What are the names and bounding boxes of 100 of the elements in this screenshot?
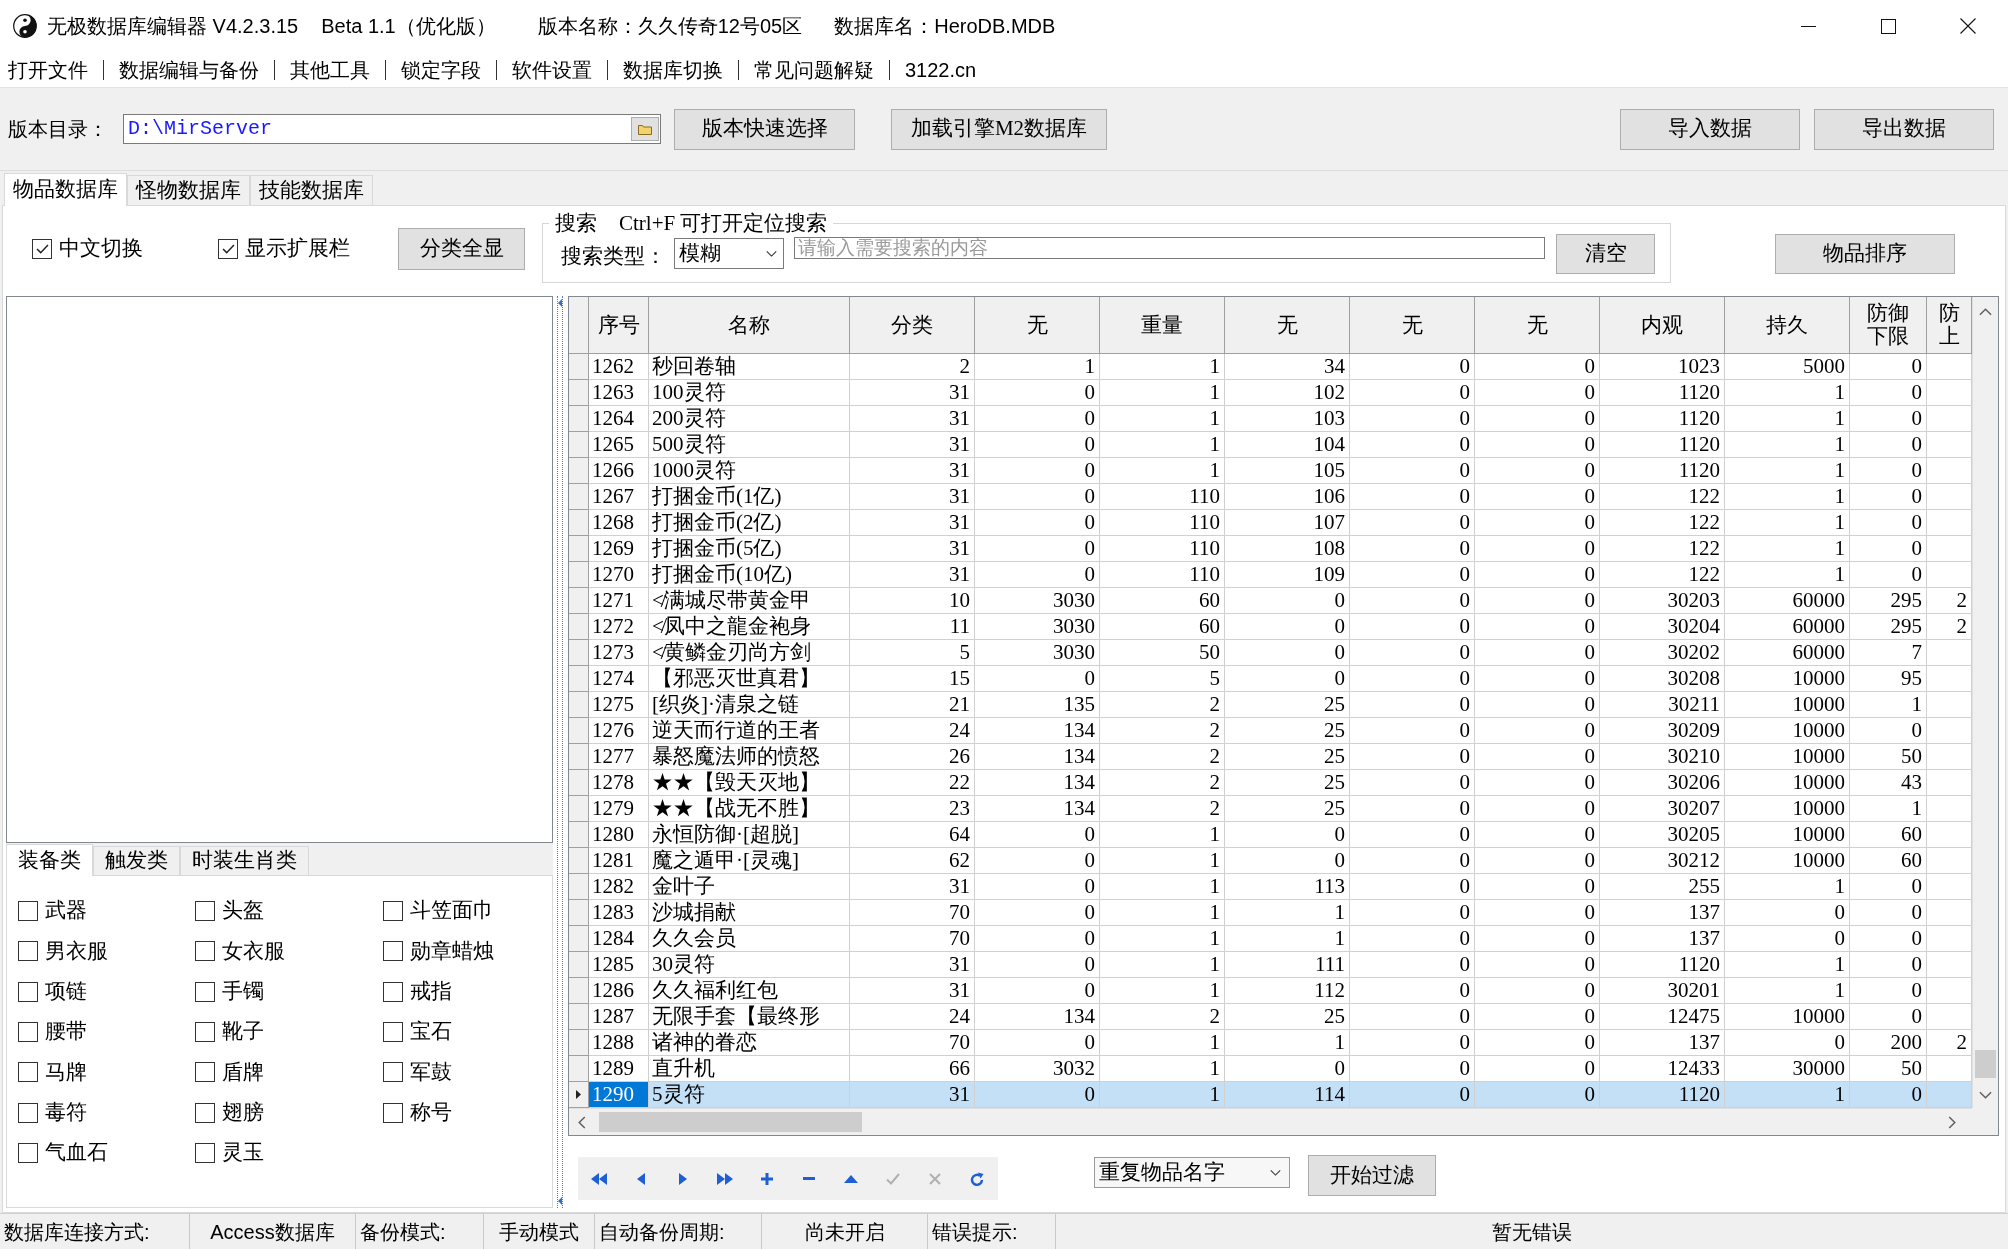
checkmark-icon (221, 243, 235, 254)
checkbox-label: 宝石 (410, 1018, 452, 1046)
toolbar-button[interactable]: 导入数据 (1620, 108, 1800, 150)
table-row[interactable]: 1285 30灵符 31 0 1 111 0 0 1120 1 0 (569, 952, 1972, 978)
table-row[interactable]: 1282 金叶子 31 0 1 113 0 0 255 1 0 (569, 874, 1972, 900)
row-indicator-cell (569, 1004, 589, 1030)
tab[interactable]: 装备类 (6, 844, 93, 876)
row-indicator-cell (569, 562, 589, 588)
tab[interactable]: 技能数据库 (250, 175, 373, 205)
table-row[interactable]: 1267 打捆金币(1亿) 31 0 110 106 0 0 122 1 0 (569, 484, 1972, 510)
row-indicator-cell (569, 1030, 589, 1056)
table-row[interactable]: 1289 直升机 66 3032 1 0 0 0 12433 30000 50 (569, 1056, 1972, 1082)
filter-button[interactable]: 开始过滤 (1308, 1155, 1436, 1196)
menu-item[interactable]: 其他工具 (290, 54, 370, 85)
row-indicator-cell (569, 380, 589, 406)
menu-item[interactable]: 3122.cn (905, 54, 977, 85)
table-row[interactable]: 1276 逆天而行道的王者 24 134 2 25 0 0 30209 10000 0 (569, 718, 1972, 744)
checkbox[interactable] (18, 1142, 38, 1163)
checkbox[interactable] (383, 941, 403, 962)
checkbox[interactable] (195, 1142, 215, 1163)
checkbox[interactable] (195, 1102, 215, 1123)
menu-item[interactable]: 数据库切换 (623, 54, 723, 85)
tab[interactable]: 怪物数据库 (127, 175, 250, 205)
checkbox-label: 斗笠面巾 (410, 897, 494, 925)
checkbox[interactable] (383, 1022, 403, 1043)
vertical-scrollbar[interactable] (1972, 297, 1998, 1108)
minus-icon (803, 1177, 815, 1180)
toolbar-button[interactable]: 导出数据 (1814, 108, 1994, 150)
chevron-right-icon (1948, 1115, 1956, 1129)
table-row[interactable]: 1273 ≮黄鳞金刃尚方剑 5 3030 50 0 0 0 30202 60000 7 (569, 640, 1972, 666)
table-row[interactable]: 1287 无限手套【最终形 24 134 2 25 0 0 12475 10000 0 (569, 1004, 1972, 1030)
table-row[interactable]: 1264 200灵符 31 0 1 103 0 0 1120 1 0 (569, 406, 1972, 432)
row-indicator-cell (569, 536, 589, 562)
checkbox[interactable] (383, 981, 403, 1002)
table-row[interactable]: 1280 永恒防御·[超脱] 64 0 1 0 0 0 30205 10000 60 (569, 822, 1972, 848)
table-row[interactable]: 1271 ≮满城尽带黄金甲 10 3030 60 0 0 0 30203 60000 295 2 (569, 588, 1972, 614)
menu-item[interactable]: 软件设置 (512, 54, 592, 85)
table-row[interactable]: 1272 ≮凤中之龍金袍身 11 3030 60 0 0 0 30204 60000 295 2 (569, 614, 1972, 640)
sort-button[interactable]: 物品排序 (1775, 234, 1955, 274)
checkbox[interactable] (18, 1062, 38, 1083)
browse-button[interactable] (631, 117, 659, 141)
toolbar-button[interactable]: 版本快速选择 (674, 108, 855, 150)
checkbox[interactable] (218, 238, 238, 259)
checkbox[interactable] (18, 941, 38, 962)
menu-item[interactable]: 常见问题解疑 (754, 54, 874, 85)
right-triangle-icon (679, 1172, 687, 1185)
checkbox[interactable] (18, 901, 38, 922)
tab[interactable]: 时装生肖类 (180, 846, 309, 875)
checkbox[interactable] (18, 1022, 38, 1043)
checkbox[interactable] (195, 1062, 215, 1083)
table-row[interactable]: 1277 暴怒魔法师的愤怒 26 134 2 25 0 0 30210 10000 50 (569, 744, 1972, 770)
table-row[interactable]: 1270 打捆金币(10亿) 31 0 110 109 0 0 122 1 0 (569, 562, 1972, 588)
table-row[interactable]: 1281 魔之遁甲·[灵魂] 62 0 1 0 0 0 30212 10000 60 (569, 848, 1972, 874)
checkbox[interactable] (18, 981, 38, 1002)
table-row[interactable]: 1265 500灵符 31 0 1 104 0 0 1120 1 0 (569, 432, 1972, 458)
menu-item[interactable]: 打开文件 (8, 54, 88, 85)
table-row[interactable]: 1290 5灵符 31 0 1 114 0 0 1120 1 0 (569, 1082, 1972, 1108)
menu-item[interactable]: 数据编辑与备份 (119, 54, 259, 85)
refresh-icon (970, 1171, 984, 1186)
table-row[interactable]: 1275 [织炎]·清泉之链 21 135 2 25 0 0 30211 10000 1 (569, 692, 1972, 718)
filter-select[interactable]: 重复物品名字 (1094, 1157, 1290, 1188)
splitter[interactable] (557, 296, 563, 1208)
table-row[interactable]: 1269 打捆金币(5亿) 31 0 110 108 0 0 122 1 0 (569, 536, 1972, 562)
scrollbar-thumb[interactable] (1975, 1050, 1996, 1078)
checkbox[interactable] (383, 1062, 403, 1083)
show-all-button[interactable]: 分类全显 (398, 227, 525, 270)
row-indicator-cell (569, 510, 589, 536)
checkbox[interactable] (383, 901, 403, 922)
checkbox[interactable] (32, 238, 52, 259)
scrollbar-thumb[interactable] (599, 1112, 862, 1132)
table-row[interactable]: 1268 打捆金币(2亿) 31 0 110 107 0 0 122 1 0 (569, 510, 1972, 536)
chevron-down-icon (1270, 1169, 1281, 1176)
menu-item[interactable]: 锁定字段 (401, 54, 481, 85)
path-field[interactable]: D:\MirServer (123, 114, 661, 144)
search-type-select[interactable]: 模糊 (674, 238, 784, 269)
checkbox[interactable] (195, 981, 215, 1002)
clear-button[interactable]: 清空 (1556, 234, 1655, 274)
table-row[interactable]: 1286 久久福利红包 31 0 1 112 0 0 30201 1 0 (569, 978, 1972, 1004)
table-row[interactable]: 1283 沙城捐献 70 0 1 1 0 0 137 0 0 (569, 900, 1972, 926)
table-row[interactable]: 1262 秒回卷轴 2 1 1 34 0 0 1023 5000 0 (569, 354, 1972, 380)
table-row[interactable]: 1279 ★★【战无不胜】 23 134 2 25 0 0 30207 10000 1 (569, 796, 1972, 822)
maximize-icon (1880, 18, 1896, 34)
checkbox[interactable] (383, 1102, 403, 1123)
tab[interactable]: 触发类 (93, 846, 180, 875)
toolbar-button[interactable]: 加载引擎M2数据库 (891, 108, 1107, 150)
table-row[interactable]: 1278 ★★【毁天灭地】 22 134 2 25 0 0 30206 10000 43 (569, 770, 1972, 796)
table-row[interactable]: 1274 【邪恶灭世真君】 15 0 5 0 0 0 30208 10000 95 (569, 666, 1972, 692)
table-row[interactable]: 1288 诸神的眷恋 70 0 1 1 0 0 137 0 200 2 (569, 1030, 1972, 1056)
status-label: 自动备份周期: (599, 1219, 725, 1245)
checkbox[interactable] (195, 1022, 215, 1043)
tab[interactable]: 物品数据库 (4, 173, 127, 206)
checkbox[interactable] (195, 941, 215, 962)
table-row[interactable]: 1263 100灵符 31 0 1 102 0 0 1120 1 0 (569, 380, 1972, 406)
horizontal-scrollbar[interactable] (569, 1108, 1972, 1135)
checkbox[interactable] (195, 901, 215, 922)
folder-icon (638, 123, 652, 135)
checkbox[interactable] (18, 1102, 38, 1123)
table-row[interactable]: 1284 久久会员 70 0 1 1 0 0 137 0 0 (569, 926, 1972, 952)
table-row[interactable]: 1266 1000灵符 31 0 1 105 0 0 1120 1 0 (569, 458, 1972, 484)
checkbox-label: 灵玉 (222, 1139, 264, 1167)
